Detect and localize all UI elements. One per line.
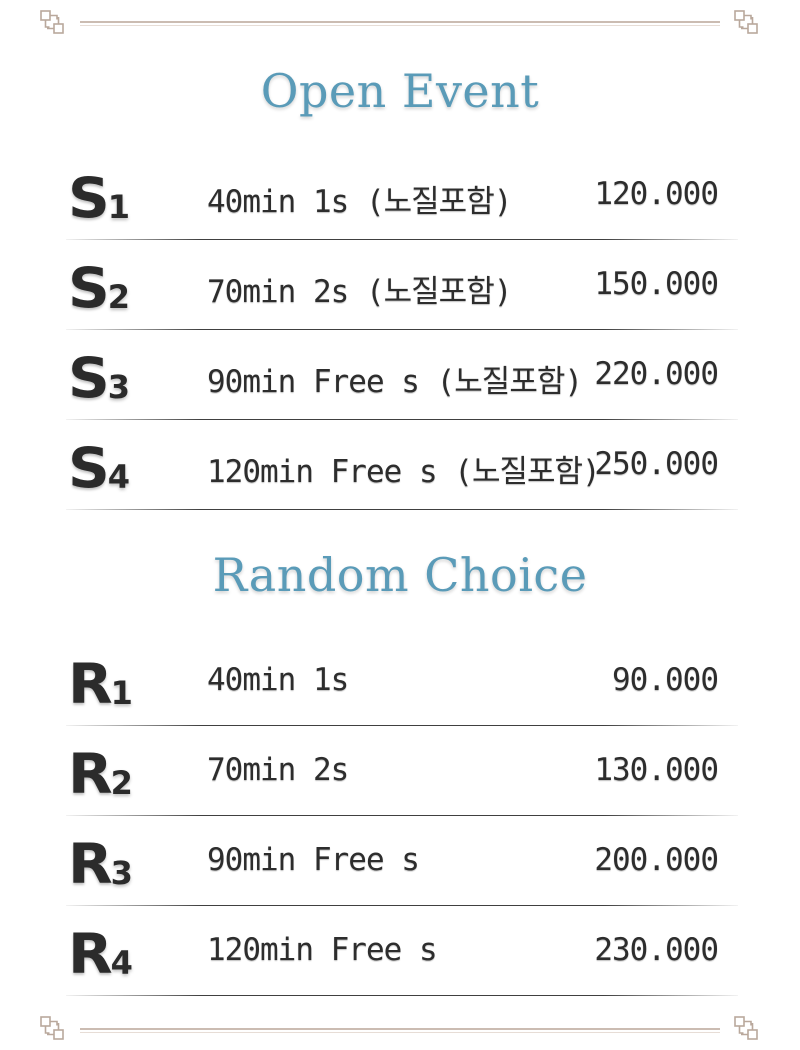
item-code: R1 xyxy=(68,650,133,718)
section-title-open-event: Open Event xyxy=(260,64,540,118)
section-title-random-choice: Random Choice xyxy=(212,548,588,602)
price-row-s1: S1 40min 1s (노질포함) 120.000 xyxy=(0,150,800,240)
item-description: 40min 1s xyxy=(207,662,349,698)
item-description: 90min Free s xyxy=(207,842,420,878)
ornament-corner-icon xyxy=(732,8,760,36)
random-choice-price-list: R1 40min 1s 90.000 R2 70min 2s 130.000 R… xyxy=(0,636,800,996)
item-description: 40min 1s (노질포함) xyxy=(207,184,512,220)
row-divider xyxy=(66,509,738,510)
code-number: 1 xyxy=(107,188,131,226)
row-divider xyxy=(66,995,738,996)
code-letter: S xyxy=(68,345,110,411)
code-number: 4 xyxy=(110,944,133,982)
top-frame-line xyxy=(80,21,720,26)
price-row-s3: S3 90min Free s (노질포함) 220.000 xyxy=(0,330,800,420)
item-code: R4 xyxy=(68,920,133,988)
item-description: 70min 2s (노질포함) xyxy=(207,274,512,310)
code-letter: S xyxy=(68,435,110,501)
item-description: 90min Free s (노질포함) xyxy=(207,364,583,400)
code-number: 1 xyxy=(110,674,133,712)
open-event-price-list: S1 40min 1s (노질포함) 120.000 S2 70min 2s (… xyxy=(0,150,800,510)
ornament-corner-icon xyxy=(38,8,66,36)
item-price: 220.000 xyxy=(594,356,719,392)
price-row-r1: R1 40min 1s 90.000 xyxy=(0,636,800,726)
price-row-s4: S4 120min Free s (노질포함) 250.000 xyxy=(0,420,800,510)
code-letter: S xyxy=(68,255,110,321)
code-number: 2 xyxy=(107,278,131,316)
code-number: 3 xyxy=(107,368,131,406)
item-description: 70min 2s xyxy=(207,752,349,788)
item-code: S4 xyxy=(68,434,130,502)
ornament-corner-icon xyxy=(38,1014,66,1042)
item-code: R2 xyxy=(68,740,133,808)
item-price: 90.000 xyxy=(612,662,719,698)
item-code: S3 xyxy=(68,344,130,412)
code-letter: R xyxy=(68,921,113,987)
item-price: 250.000 xyxy=(594,446,719,482)
item-price: 230.000 xyxy=(594,932,719,968)
item-description: 120min Free s (노질포함) xyxy=(207,454,601,490)
item-code: R3 xyxy=(68,830,133,898)
price-row-r2: R2 70min 2s 130.000 xyxy=(0,726,800,816)
code-number: 4 xyxy=(107,458,131,496)
item-code: S1 xyxy=(68,164,130,232)
item-price: 120.000 xyxy=(594,176,719,212)
code-letter: R xyxy=(68,651,113,717)
price-row-r3: R3 90min Free s 200.000 xyxy=(0,816,800,906)
code-letter: S xyxy=(68,165,110,231)
price-row-s2: S2 70min 2s (노질포함) 150.000 xyxy=(0,240,800,330)
item-price: 130.000 xyxy=(594,752,719,788)
item-code: S2 xyxy=(68,254,130,322)
ornament-corner-icon xyxy=(732,1014,760,1042)
code-number: 3 xyxy=(110,854,133,892)
code-letter: R xyxy=(68,831,113,897)
item-price: 200.000 xyxy=(594,842,719,878)
price-row-r4: R4 120min Free s 230.000 xyxy=(0,906,800,996)
code-letter: R xyxy=(68,741,113,807)
item-price: 150.000 xyxy=(594,266,719,302)
bottom-frame-line xyxy=(80,1028,720,1033)
item-description: 120min Free s xyxy=(207,932,438,968)
code-number: 2 xyxy=(110,764,133,802)
